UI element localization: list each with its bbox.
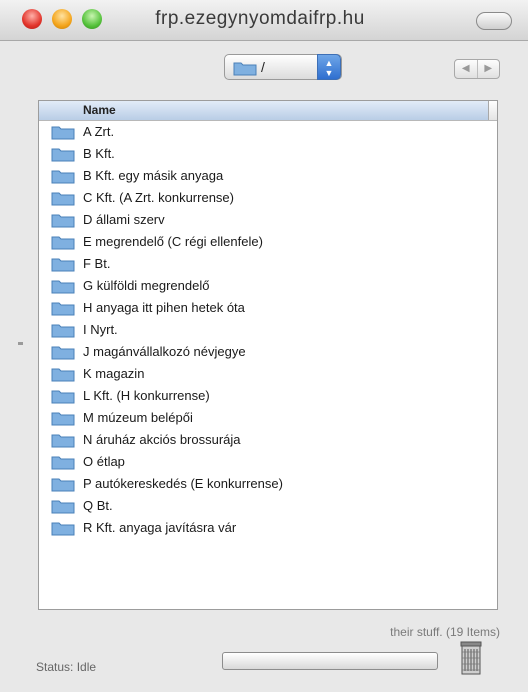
back-forward-buttons[interactable]: ◀ ▶ xyxy=(454,59,500,79)
list-item[interactable]: L Kft. (H konkurrense) xyxy=(39,385,497,407)
list-item[interactable]: O étlap xyxy=(39,451,497,473)
item-name: B Kft. xyxy=(83,146,115,161)
folder-icon xyxy=(233,62,257,76)
list-item[interactable]: I Nyrt. xyxy=(39,319,497,341)
folder-icon xyxy=(51,280,75,294)
list-item[interactable]: R Kft. anyaga javításra vár xyxy=(39,517,497,539)
toolbar-toggle-button[interactable] xyxy=(476,12,512,30)
folder-icon xyxy=(51,324,75,338)
folder-icon xyxy=(51,478,75,492)
list-item[interactable]: E megrendelő (C régi ellenfele) xyxy=(39,231,497,253)
item-name: D állami szerv xyxy=(83,212,165,227)
file-rows: A Zrt. B Kft. B Kft. egy másik anyaga C Kft… xyxy=(39,121,497,539)
folder-icon xyxy=(51,346,75,360)
item-name: M múzeum belépői xyxy=(83,410,193,425)
list-item[interactable]: J magánvállalkozó névjegye xyxy=(39,341,497,363)
folder-icon xyxy=(51,170,75,184)
list-item[interactable]: B Kft. xyxy=(39,143,497,165)
item-name: F Bt. xyxy=(83,256,111,271)
item-name: H anyaga itt pihen hetek óta xyxy=(83,300,245,315)
path-popup[interactable]: / ▲ ▼ xyxy=(224,54,342,80)
folder-icon xyxy=(51,258,75,272)
minimize-button[interactable] xyxy=(52,9,72,29)
forward-button[interactable]: ▶ xyxy=(476,60,500,78)
list-item[interactable]: F Bt. xyxy=(39,253,497,275)
file-list[interactable]: Name A Zrt. B Kft. B Kft. egy másik anyaga… xyxy=(38,100,498,610)
list-item[interactable]: K magazin xyxy=(39,363,497,385)
item-name: P autókereskedés (E konkurrense) xyxy=(83,476,283,491)
item-name: A Zrt. xyxy=(83,124,115,139)
folder-icon xyxy=(51,500,75,514)
path-label: / xyxy=(261,59,265,75)
list-item[interactable]: C Kft. (A Zrt. konkurrense) xyxy=(39,187,497,209)
zoom-button[interactable] xyxy=(82,9,102,29)
folder-icon xyxy=(51,522,75,536)
list-item[interactable]: G külföldi megrendelő xyxy=(39,275,497,297)
folder-icon xyxy=(51,126,75,140)
list-item[interactable]: Q Bt. xyxy=(39,495,497,517)
list-item[interactable]: A Zrt. xyxy=(39,121,497,143)
item-name: G külföldi megrendelő xyxy=(83,278,210,293)
window-title: frp.ezegynyomdaifrp.hu xyxy=(155,8,365,29)
item-count: their stuff. (19 Items) xyxy=(390,625,500,639)
name-column-header[interactable]: Name xyxy=(39,101,489,120)
folder-icon xyxy=(51,456,75,470)
close-button[interactable] xyxy=(22,9,42,29)
list-item[interactable]: D állami szerv xyxy=(39,209,497,231)
list-item[interactable]: N áruház akciós brossurája xyxy=(39,429,497,451)
folder-icon xyxy=(51,412,75,426)
status-text: Status: Idle xyxy=(36,660,97,674)
title-bar[interactable]: frp.ezegynyomdaifrp.hu xyxy=(0,0,528,41)
item-name: B Kft. egy másik anyaga xyxy=(83,168,224,183)
folder-icon xyxy=(51,302,75,316)
item-name: Q Bt. xyxy=(83,498,113,513)
folder-icon xyxy=(51,148,75,162)
folder-icon xyxy=(51,390,75,404)
progress-bar xyxy=(222,652,438,670)
back-button[interactable]: ◀ xyxy=(455,60,477,78)
folder-icon xyxy=(51,236,75,250)
item-name: E megrendelő (C régi ellenfele) xyxy=(83,234,263,249)
list-item[interactable]: M múzeum belépői xyxy=(39,407,497,429)
item-name: N áruház akciós brossurája xyxy=(83,432,241,447)
path-popup-arrows-icon[interactable]: ▲ ▼ xyxy=(317,54,341,80)
list-item[interactable]: P autókereskedés (E konkurrense) xyxy=(39,473,497,495)
ftp-window: frp.ezegynyomdaifrp.hu / ▲ ▼ ◀ ▶ Name A Z… xyxy=(0,0,528,692)
item-name: L Kft. (H konkurrense) xyxy=(83,388,210,403)
item-name: C Kft. (A Zrt. konkurrense) xyxy=(83,190,234,205)
item-name: O étlap xyxy=(83,454,125,469)
list-header: Name xyxy=(39,101,497,121)
list-item[interactable]: B Kft. egy másik anyaga xyxy=(39,165,497,187)
trash-icon[interactable] xyxy=(458,640,484,676)
folder-icon xyxy=(51,368,75,382)
folder-icon xyxy=(51,434,75,448)
folder-icon xyxy=(51,192,75,206)
item-name: J magánvállalkozó névjegye xyxy=(83,344,246,359)
folder-icon xyxy=(51,214,75,228)
list-item[interactable]: H anyaga itt pihen hetek óta xyxy=(39,297,497,319)
item-name: R Kft. anyaga javításra vár xyxy=(83,520,237,535)
resize-mark xyxy=(18,342,23,345)
item-name: I Nyrt. xyxy=(83,322,118,337)
item-name: K magazin xyxy=(83,366,145,381)
